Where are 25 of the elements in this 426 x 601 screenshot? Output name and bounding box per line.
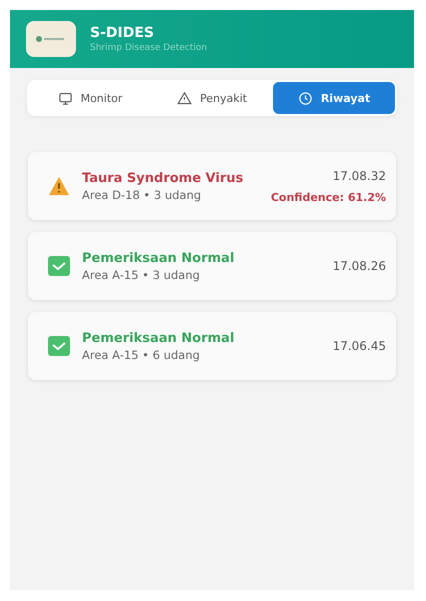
checkmark-icon xyxy=(48,256,70,276)
history-time: 17.08.32 xyxy=(332,168,386,182)
warning-icon xyxy=(48,176,70,196)
tab[interactable]: Penyakit xyxy=(151,82,273,114)
history-card[interactable]: Pemeriksaan Normal Area A-15 • 6 udang 17.06.45 xyxy=(28,312,396,380)
logo-icon xyxy=(26,21,76,57)
checkmark-icon xyxy=(48,336,70,356)
clock-icon xyxy=(298,90,313,106)
history-title: Pemeriksaan Normal xyxy=(82,330,236,346)
app-title: S-DIDES xyxy=(90,25,155,41)
app-subtitle: Shrimp Disease Detection xyxy=(90,43,207,53)
tab[interactable]: Riwayat xyxy=(273,82,395,114)
history-time: 17.06.45 xyxy=(332,339,386,353)
monitor-icon xyxy=(58,90,73,106)
tab[interactable]: Monitor xyxy=(29,82,151,114)
history-detail: Area A-15 • 6 udang xyxy=(82,348,201,362)
warning-icon xyxy=(177,90,192,106)
history-detail: Area A-15 • 3 udang xyxy=(82,268,201,282)
history-card[interactable]: Taura Syndrome Virus Area D-18 • 3 udang 17.08.32 Confidence: 61.2% xyxy=(28,152,396,220)
history-title: Pemeriksaan Normal xyxy=(82,250,236,266)
history-detail: Area D-18 • 3 udang xyxy=(82,188,202,202)
confidence-text: Confidence: 61.2% xyxy=(270,190,386,204)
history-title: Taura Syndrome Virus xyxy=(82,170,244,186)
history-time: 17.08.26 xyxy=(332,259,386,273)
history-card[interactable]: Pemeriksaan Normal Area A-15 • 3 udang 17.08.26 xyxy=(28,232,396,300)
